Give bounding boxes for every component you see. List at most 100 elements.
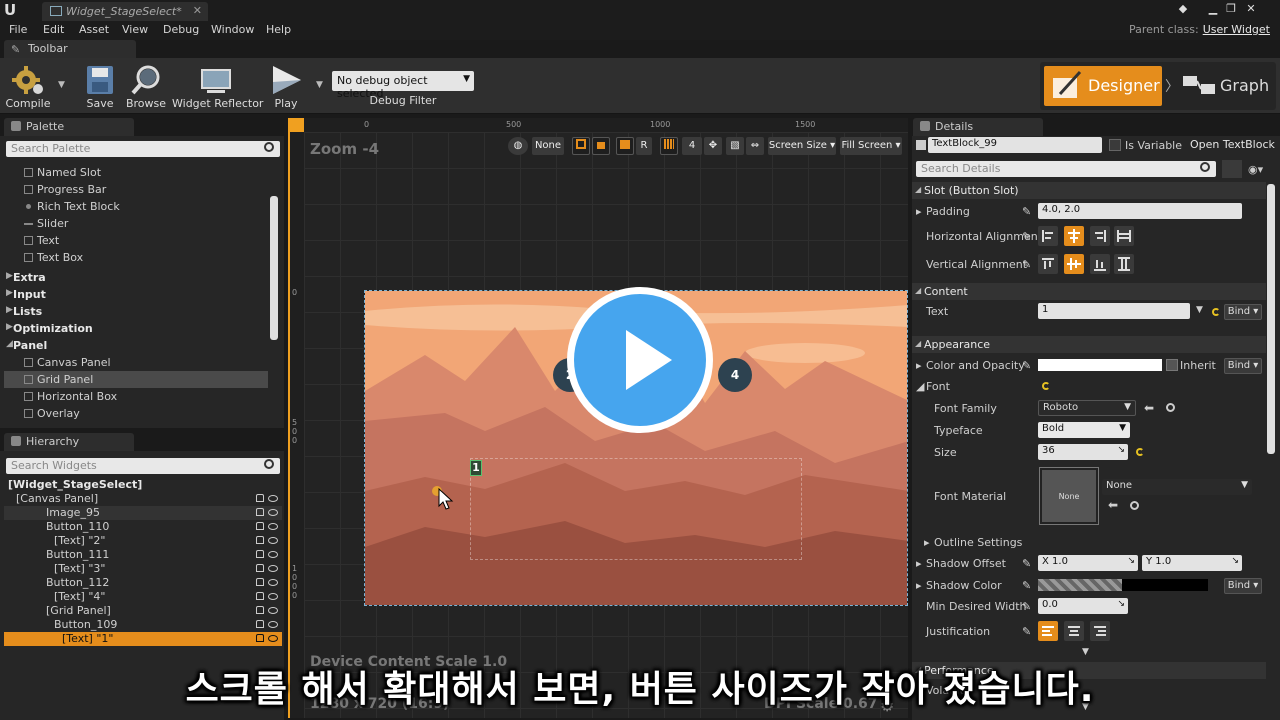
palette-category-optimization[interactable]: ▶ Optimization xyxy=(4,320,268,337)
valign-center-button[interactable] xyxy=(1064,254,1084,274)
font-collapse-arrow-icon[interactable]: ◢ xyxy=(916,380,924,393)
palette-item-slider[interactable]: Slider xyxy=(4,215,268,232)
details-tab[interactable]: Details xyxy=(913,118,1043,136)
padding-expand-arrow-icon[interactable]: ▸ xyxy=(916,205,922,218)
hierarchy-root[interactable]: [Widget_StageSelect] xyxy=(4,478,282,492)
palette-item-named-slot[interactable]: Named Slot xyxy=(4,164,268,181)
inherit-checkbox[interactable] xyxy=(1166,359,1178,371)
lock-icon[interactable] xyxy=(256,564,264,572)
fill-screen-select[interactable]: Fill Screen ▾ xyxy=(840,137,902,155)
reset-to-default-icon[interactable] xyxy=(1212,308,1220,316)
reset-to-default-icon[interactable] xyxy=(1042,382,1050,390)
hierarchy-item-canvas-panel[interactable]: [Canvas Panel] xyxy=(4,492,282,506)
screen-size-select[interactable]: Screen Size ▾ xyxy=(768,137,836,155)
justify-left-button[interactable] xyxy=(1038,621,1058,641)
stage-button-4[interactable]: 4 xyxy=(718,358,752,392)
lock-icon[interactable] xyxy=(256,522,264,530)
localization-preview-select[interactable]: None xyxy=(532,137,564,155)
menu-edit[interactable]: Edit xyxy=(43,23,64,36)
use-selected-arrow-icon[interactable]: ⬅ xyxy=(1108,498,1118,512)
color-swatch[interactable] xyxy=(1038,359,1162,371)
reset-to-default-icon[interactable] xyxy=(1136,448,1144,456)
palette-search-input[interactable]: Search Palette xyxy=(6,141,280,157)
hierarchy-item-button-111[interactable]: Button_111 xyxy=(4,548,282,562)
browse-asset-search-icon[interactable] xyxy=(1130,501,1139,510)
eye-icon[interactable] xyxy=(268,607,278,614)
hierarchy-item-text-2[interactable]: [Text] "2" xyxy=(4,534,282,548)
move-tool-icon[interactable]: ✥ xyxy=(704,137,722,155)
lock-icon[interactable] xyxy=(256,592,264,600)
box-select-icon[interactable] xyxy=(572,137,590,155)
palette-tab[interactable]: Palette xyxy=(4,118,134,136)
compile-button[interactable]: Compile xyxy=(2,62,54,112)
notification-icon[interactable]: ◆ xyxy=(1174,2,1192,16)
play-options-chevron-icon[interactable]: ▼ xyxy=(316,80,323,90)
shadow-color-alpha-swatch[interactable] xyxy=(1038,579,1122,591)
shadow-color-bind-button[interactable]: Bind ▾ xyxy=(1224,578,1262,594)
property-matrix-icon[interactable] xyxy=(1222,160,1242,178)
valign-top-button[interactable] xyxy=(1038,254,1058,274)
palette-category-extra[interactable]: ▶ Extra xyxy=(4,269,268,286)
palette-category-lists[interactable]: ▶ Lists xyxy=(4,303,268,320)
eye-icon[interactable] xyxy=(268,523,278,530)
graph-mode-button[interactable]: Graph xyxy=(1182,66,1272,106)
shadow-color-expand-arrow-icon[interactable]: ▸ xyxy=(916,579,922,592)
hierarchy-item-text-1[interactable]: [Text] "1" xyxy=(4,632,282,646)
browse-asset-search-icon[interactable] xyxy=(1166,403,1175,412)
open-textblock-link[interactable]: Open TextBlock xyxy=(1190,138,1275,151)
eye-icon[interactable] xyxy=(268,593,278,600)
shadow-color-swatch[interactable] xyxy=(1122,579,1208,591)
widget-name-input[interactable]: TextBlock_99 xyxy=(928,137,1102,153)
eye-icon[interactable] xyxy=(268,621,278,628)
hierarchy-search-input[interactable]: Search Widgets xyxy=(6,458,280,474)
eye-icon[interactable] xyxy=(268,635,278,642)
palette-category-panel[interactable]: ◢ Panel xyxy=(4,337,268,354)
image-preview-icon[interactable]: ▧ xyxy=(726,137,744,155)
menu-debug[interactable]: Debug xyxy=(163,23,199,36)
text-options-chevron-icon[interactable]: ▼ xyxy=(1196,305,1203,315)
palette-item-overlay[interactable]: Overlay xyxy=(4,405,268,422)
parent-class-link[interactable]: User Widget xyxy=(1203,23,1270,36)
menu-help[interactable]: Help xyxy=(266,23,291,36)
eye-icon[interactable] xyxy=(268,551,278,558)
details-scrollbar[interactable] xyxy=(1267,184,1275,454)
hierarchy-item-text-4[interactable]: [Text] "4" xyxy=(4,590,282,604)
size-input[interactable]: 36 ↘ xyxy=(1038,444,1128,460)
palette-item-text-box[interactable]: Text Box xyxy=(4,249,268,266)
browse-button[interactable]: Browse xyxy=(124,62,168,112)
palette-item-rich-text-block[interactable]: Rich Text Block xyxy=(4,198,268,215)
eye-icon[interactable] xyxy=(268,509,278,516)
menu-view[interactable]: View xyxy=(122,23,148,36)
align-fill-button[interactable] xyxy=(1114,226,1134,246)
save-button[interactable]: Save xyxy=(80,62,120,112)
palette-item-canvas-panel[interactable]: Canvas Panel xyxy=(4,354,268,371)
lock-icon[interactable] xyxy=(256,634,264,642)
play-button[interactable]: Play xyxy=(264,62,308,112)
font-material-thumbnail[interactable]: None xyxy=(1040,468,1098,524)
grid-snap-icon[interactable] xyxy=(660,137,678,155)
align-left-button[interactable] xyxy=(1038,226,1058,246)
hierarchy-item-button-110[interactable]: Button_110 xyxy=(4,520,282,534)
padding-input[interactable]: 4.0, 2.0 xyxy=(1038,203,1242,219)
hierarchy-item-grid-panel[interactable]: [Grid Panel] xyxy=(4,604,282,618)
valign-fill-button[interactable] xyxy=(1114,254,1134,274)
compile-options-chevron-icon[interactable]: ▼ xyxy=(58,80,65,90)
lock-icon[interactable] xyxy=(256,620,264,628)
justify-right-button[interactable] xyxy=(1090,621,1110,641)
eye-icon[interactable] xyxy=(268,537,278,544)
hierarchy-tab[interactable]: Hierarchy xyxy=(4,433,134,451)
close-tab-icon[interactable]: ✕ xyxy=(193,4,202,17)
palette-item-grid-panel[interactable]: Grid Panel xyxy=(4,371,268,388)
widget-reflector-button[interactable]: Widget Reflector xyxy=(172,62,263,112)
debug-object-select[interactable]: No debug object selected ▼ xyxy=(332,71,474,100)
is-variable-checkbox[interactable] xyxy=(1109,139,1121,151)
globe-icon[interactable]: ◍ xyxy=(508,137,528,155)
eye-icon[interactable] xyxy=(268,579,278,586)
shadow-offset-y-input[interactable]: Y 1.0 ↘ xyxy=(1142,555,1242,571)
reset-zoom-button[interactable]: R xyxy=(636,137,652,155)
palette-category-input[interactable]: ▶ Input xyxy=(4,286,268,303)
lock-icon[interactable] xyxy=(256,578,264,586)
eye-icon[interactable] xyxy=(268,495,278,502)
typeface-select[interactable]: Bold ▼ xyxy=(1038,422,1130,438)
palette-item-text[interactable]: Text xyxy=(4,232,268,249)
